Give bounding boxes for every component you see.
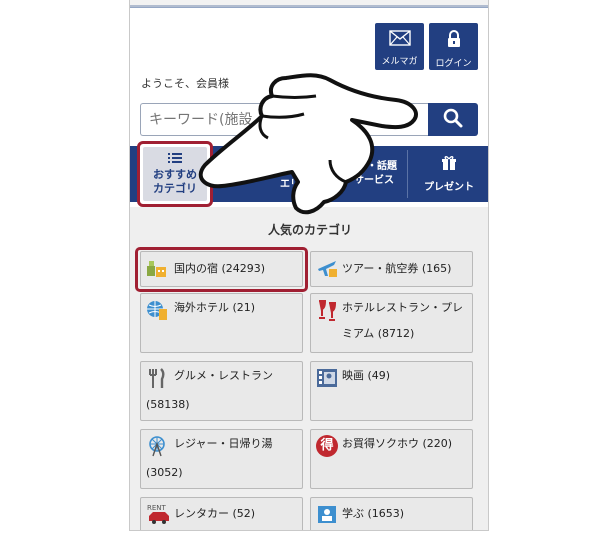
globe-hotel-icon (146, 299, 168, 321)
nav-item-area[interactable]: エリ (216, 146, 304, 202)
film-icon (316, 367, 338, 389)
envelope-icon (388, 30, 411, 50)
category-study[interactable]: 学ぶ (1653) (310, 497, 473, 530)
category-label: ホテルレストラン・プレミアム (8712) (342, 301, 463, 340)
newsletter-label: メルマガ (381, 57, 418, 67)
study-icon (316, 503, 338, 525)
category-label: 映画 (49) (342, 369, 391, 382)
search-icon (443, 108, 463, 132)
nav-item-area-label: エリ (280, 178, 300, 190)
login-label: ログイン (435, 59, 472, 69)
svg-text:RENT: RENT (147, 504, 167, 512)
pin-icon (255, 158, 265, 169)
section-title: 人気のカテゴリ (267, 223, 352, 237)
category-movie[interactable]: 映画 (49) (310, 361, 473, 421)
category-rental-car[interactable]: RENT レンタカー (52) (140, 497, 303, 530)
gift-icon (441, 155, 457, 174)
newsletter-button[interactable]: メルマガ (375, 23, 424, 70)
category-label: レンタカー (52) (174, 507, 256, 520)
rental-car-icon: RENT (146, 503, 172, 525)
search-button[interactable] (428, 103, 478, 136)
category-count: (3052) (146, 466, 183, 479)
category-leisure[interactable]: レジャー・日帰り湯 (3052) (140, 429, 303, 489)
list-icon (168, 152, 182, 168)
airplane-icon (316, 257, 338, 279)
search-input[interactable] (140, 103, 429, 136)
category-tour[interactable]: ツアー・航空券 (165) (310, 251, 473, 287)
nav-item-topics[interactable]: ・話題 サービス (322, 146, 412, 202)
category-bargain[interactable]: 得 お買得ソクホウ (220) (310, 429, 473, 489)
nav-item-topics-line2: サービス (354, 175, 394, 186)
nav-item-recommended[interactable]: おすすめ カテゴリ (137, 141, 213, 207)
highlight-frame (135, 247, 308, 292)
category-label: お買得ソクホウ (220) (342, 437, 453, 450)
category-label: 学ぶ (1653) (342, 507, 405, 520)
category-label: ツアー・航空券 (165) (342, 262, 452, 275)
category-label: レジャー・日帰り湯 (174, 437, 273, 450)
category-gourmet[interactable]: グルメ・レストラン (58138) (140, 361, 303, 421)
login-button[interactable]: ログイン (429, 23, 478, 70)
category-label: 海外ホテル (21) (174, 301, 256, 314)
phone-frame: メルマガ ログイン ようこそ、会員様 × エリ ・話題 サービス (129, 0, 489, 531)
welcome-text: ようこそ、会員様 (141, 77, 229, 90)
category-label: グルメ・レストラン (174, 369, 273, 382)
category-count: (58138) (146, 398, 190, 411)
category-hotel-restaurant[interactable]: ホテルレストラン・プレミアム (8712) (310, 293, 473, 353)
nav-item-present[interactable]: プレゼント (408, 146, 488, 202)
fork-knife-icon (146, 367, 168, 389)
category-overseas-hotel[interactable]: 海外ホテル (21) (140, 293, 303, 353)
nav-item-present-label: プレゼント (424, 182, 474, 193)
nav-item-recommended-line2: カテゴリ (153, 182, 197, 195)
clear-icon[interactable]: × (402, 110, 415, 128)
lock-icon (446, 30, 462, 52)
top-bar (130, 0, 488, 8)
wine-glass-icon (316, 299, 338, 321)
bargain-icon: 得 (316, 435, 338, 457)
search-bar: × (140, 103, 478, 136)
nav-item-recommended-line1: おすすめ (153, 168, 197, 181)
ferris-wheel-icon (146, 435, 168, 457)
nav-item-topics-line1: ・話題 (367, 161, 397, 172)
